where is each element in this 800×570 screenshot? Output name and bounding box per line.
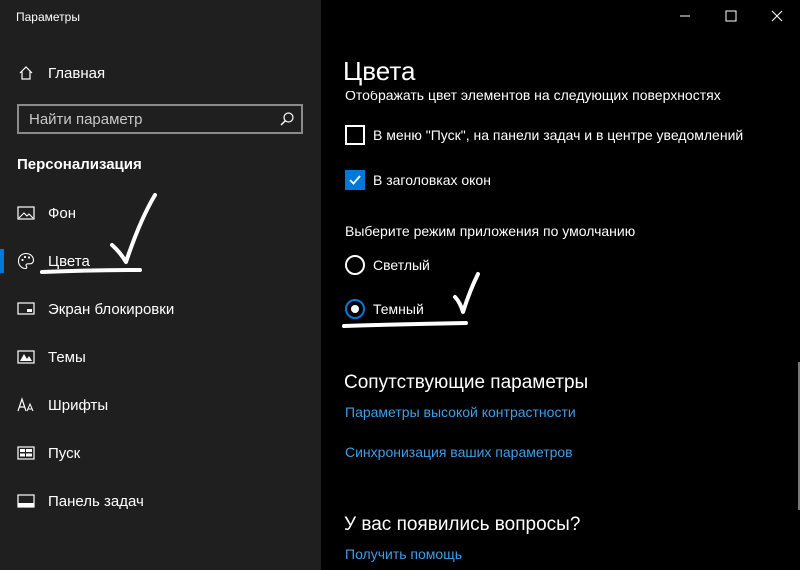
sidebar-item-label: Панель задач xyxy=(48,492,144,510)
checkbox[interactable] xyxy=(345,170,365,190)
sidebar-item-label: Цвета xyxy=(48,252,90,270)
start-icon xyxy=(16,443,36,463)
checkbox-label: В меню "Пуск", на панели задач и в центр… xyxy=(373,127,744,143)
sidebar: Параметры Главная Персонализация Фон Цве… xyxy=(0,0,321,570)
questions-heading: У вас появились вопросы? xyxy=(344,514,581,535)
minimize-icon xyxy=(680,15,690,17)
content-pane: Цвета Отображать цвет элементов на следу… xyxy=(321,0,800,570)
high-contrast-link[interactable]: Параметры высокой контрастности xyxy=(345,404,576,420)
close-icon xyxy=(771,10,783,22)
maximize-button[interactable] xyxy=(708,0,754,32)
checkbox-label: В заголовках окон xyxy=(373,172,491,188)
page-title: Цвета xyxy=(343,56,416,86)
close-button[interactable] xyxy=(754,0,800,32)
related-settings-heading: Сопутствующие параметры xyxy=(344,372,589,393)
search-box[interactable] xyxy=(17,104,303,134)
font-icon xyxy=(16,395,36,415)
sidebar-item-label: Шрифты xyxy=(48,396,109,414)
sidebar-item-start[interactable]: Пуск xyxy=(0,433,321,473)
sidebar-item-label: Пуск xyxy=(48,444,81,462)
radio-label: Темный xyxy=(373,301,424,317)
radio-button[interactable] xyxy=(345,299,365,319)
checkbox-title-bars[interactable]: В заголовках окон xyxy=(345,170,491,190)
get-help-link[interactable]: Получить помощь xyxy=(345,546,462,562)
sidebar-item-label: Экран блокировки xyxy=(48,300,175,318)
minimize-button[interactable] xyxy=(662,0,708,32)
search-icon[interactable] xyxy=(279,111,295,132)
themes-icon xyxy=(16,347,36,367)
surfaces-heading-text: Отображать цвет элементов на следующих п… xyxy=(345,91,721,103)
lock-screen-icon xyxy=(16,299,36,319)
checkmark-icon xyxy=(349,175,361,185)
palette-icon xyxy=(16,251,36,271)
section-title: Персонализация xyxy=(17,156,142,173)
image-icon xyxy=(16,203,36,223)
radio-button[interactable] xyxy=(345,255,365,275)
app-mode-heading: Выберите режим приложения по умолчанию xyxy=(345,223,636,239)
search-input[interactable] xyxy=(19,106,269,132)
window-title: Параметры xyxy=(16,10,80,24)
radio-label: Светлый xyxy=(373,257,430,273)
radio-light[interactable]: Светлый xyxy=(345,255,430,275)
taskbar-icon xyxy=(16,491,36,511)
surfaces-heading: Отображать цвет элементов на следующих п… xyxy=(345,91,721,105)
sidebar-item-fonts[interactable]: Шрифты xyxy=(0,385,321,425)
sidebar-item-lock-screen[interactable]: Экран блокировки xyxy=(0,289,321,329)
maximize-icon xyxy=(725,10,737,22)
home-icon xyxy=(16,63,36,83)
sidebar-item-label: Главная xyxy=(48,64,106,82)
radio-dark[interactable]: Темный xyxy=(345,299,424,319)
checkbox-start-taskbar[interactable]: В меню "Пуск", на панели задач и в центр… xyxy=(345,125,743,145)
sidebar-item-colors[interactable]: Цвета xyxy=(0,241,321,281)
sync-settings-link[interactable]: Синхронизация ваших параметров xyxy=(345,444,573,460)
sidebar-item-home[interactable]: Главная xyxy=(0,53,321,93)
selection-indicator xyxy=(0,249,4,273)
sidebar-item-background[interactable]: Фон xyxy=(0,193,321,233)
sidebar-item-label: Темы xyxy=(48,348,86,366)
sidebar-item-themes[interactable]: Темы xyxy=(0,337,321,377)
checkbox[interactable] xyxy=(345,125,365,145)
sidebar-item-taskbar[interactable]: Панель задач xyxy=(0,481,321,521)
sidebar-item-label: Фон xyxy=(48,204,77,222)
